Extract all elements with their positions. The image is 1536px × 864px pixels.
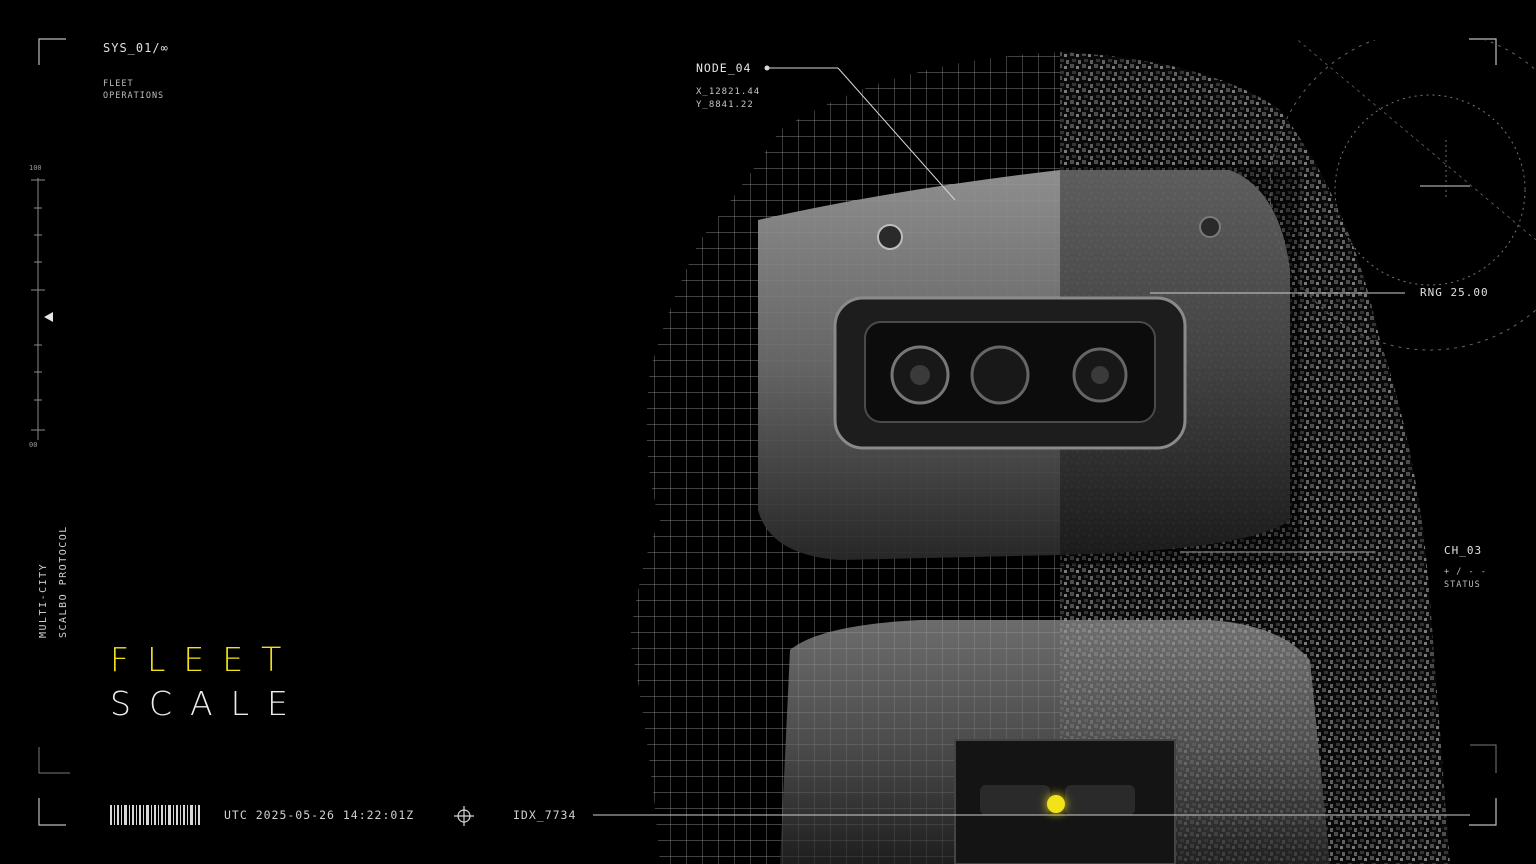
range-callout: RNG 25.00	[1420, 286, 1489, 299]
index-label: IDX_7734	[513, 808, 577, 822]
node-coord-x: X_12821.44	[696, 87, 761, 97]
title-line-fleet: FLEET	[110, 640, 300, 679]
node-coord-y: Y_8841.22	[696, 100, 754, 110]
section-label: FLEET OPERATIONS	[103, 78, 164, 102]
scale-bottom-label: 00	[29, 441, 38, 449]
channel-status: + / - - STATUS	[1444, 566, 1487, 592]
vertical-caption-line-1: MULTI-CITY	[38, 562, 49, 638]
barcode-icon	[110, 805, 200, 825]
channel-status-line-1: + / - -	[1444, 567, 1487, 577]
crosshair-icon	[454, 806, 474, 826]
scale-top-label: 100	[29, 164, 42, 172]
channel-status-line-2: STATUS	[1444, 580, 1481, 590]
title-line-scale: SCALE	[110, 684, 306, 723]
vertical-caption: MULTI-CITY SCALBO PROTOCOL	[34, 498, 74, 638]
status-indicator-dot	[1047, 795, 1065, 813]
channel-callout-label: CH_03	[1444, 544, 1483, 557]
hud-overlay	[31, 38, 1497, 826]
node-callout-label: NODE_04	[696, 61, 752, 75]
section-line-2: OPERATIONS	[103, 91, 165, 101]
utc-timestamp: UTC 2025-05-26 14:22:01Z	[224, 808, 415, 822]
system-label: SYS_01/∞	[103, 41, 169, 55]
vertical-caption-line-2: SCALBO PROTOCOL	[58, 525, 69, 638]
node-coordinates: X_12821.44 Y_8841.22	[696, 86, 760, 112]
section-line-1: FLEET	[103, 79, 134, 89]
